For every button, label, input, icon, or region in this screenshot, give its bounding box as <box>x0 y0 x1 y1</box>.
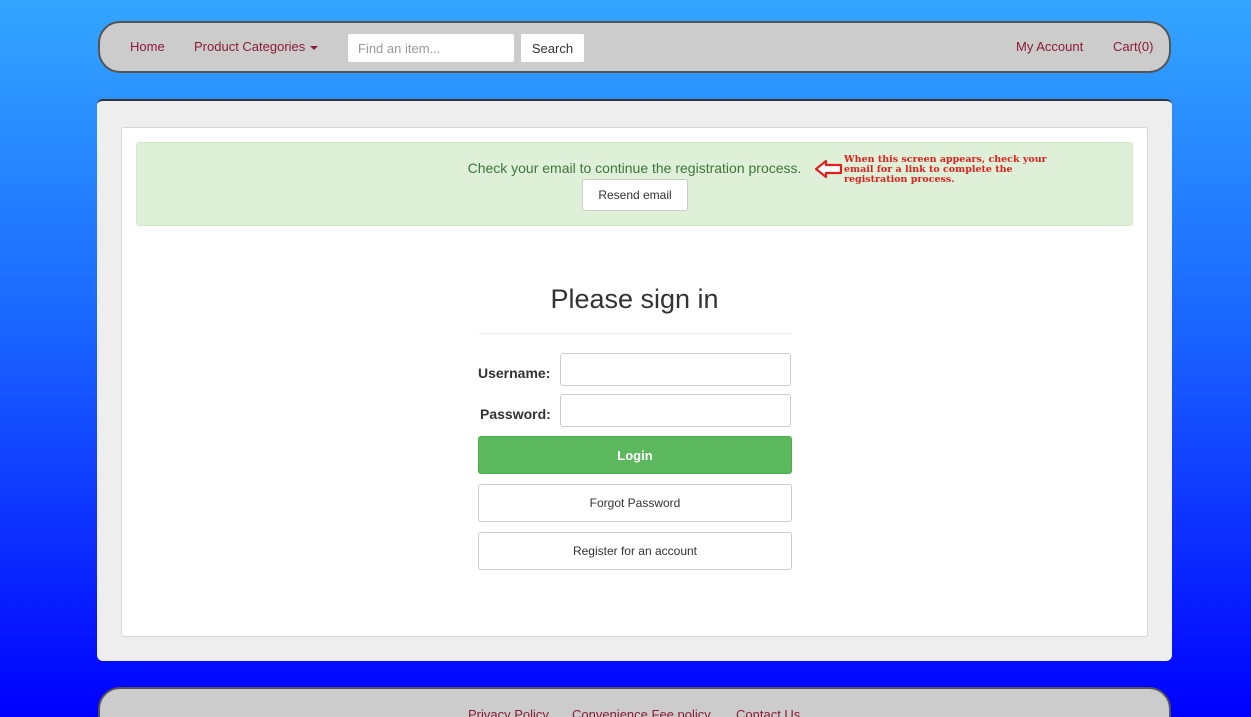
title-divider <box>478 333 792 334</box>
nav-cart-link[interactable]: Cart(0) <box>1113 39 1153 54</box>
registration-alert: Check your email to continue the registr… <box>136 142 1133 226</box>
password-label: Password: <box>480 406 551 422</box>
annotation-note: When this screen appears, check your ema… <box>844 154 1047 185</box>
page-title: Please sign in <box>550 284 719 314</box>
forgot-password-button[interactable]: Forgot Password <box>478 484 792 522</box>
footer-convenience-fee-link[interactable]: Convenience Fee policy <box>572 707 711 717</box>
left-arrow-icon <box>815 159 843 179</box>
resend-email-button[interactable]: Resend email <box>582 179 688 211</box>
register-account-button[interactable]: Register for an account <box>478 532 792 570</box>
nav-product-categories-label: Product Categories <box>194 39 306 54</box>
nav-home-link[interactable]: Home <box>130 39 165 54</box>
main-panel: Check your email to continue the registr… <box>97 99 1172 661</box>
top-navbar: Home Product Categories Search My Accoun… <box>98 21 1171 73</box>
nav-product-categories-dropdown[interactable]: Product Categories <box>194 39 319 54</box>
password-field[interactable] <box>560 394 791 427</box>
caret-down-icon <box>310 45 319 50</box>
username-field[interactable] <box>560 353 791 386</box>
nav-my-account-link[interactable]: My Account <box>1016 39 1083 54</box>
login-button[interactable]: Login <box>478 436 792 474</box>
content-box: Check your email to continue the registr… <box>121 127 1148 637</box>
footer-contact-link[interactable]: Contact Us <box>736 707 800 717</box>
search-input[interactable] <box>347 33 515 63</box>
username-label: Username: <box>478 365 551 381</box>
footer-bar: Privacy Policy Convenience Fee policy Co… <box>98 687 1171 717</box>
search-button[interactable]: Search <box>520 33 585 63</box>
footer-privacy-link[interactable]: Privacy Policy <box>468 707 549 717</box>
